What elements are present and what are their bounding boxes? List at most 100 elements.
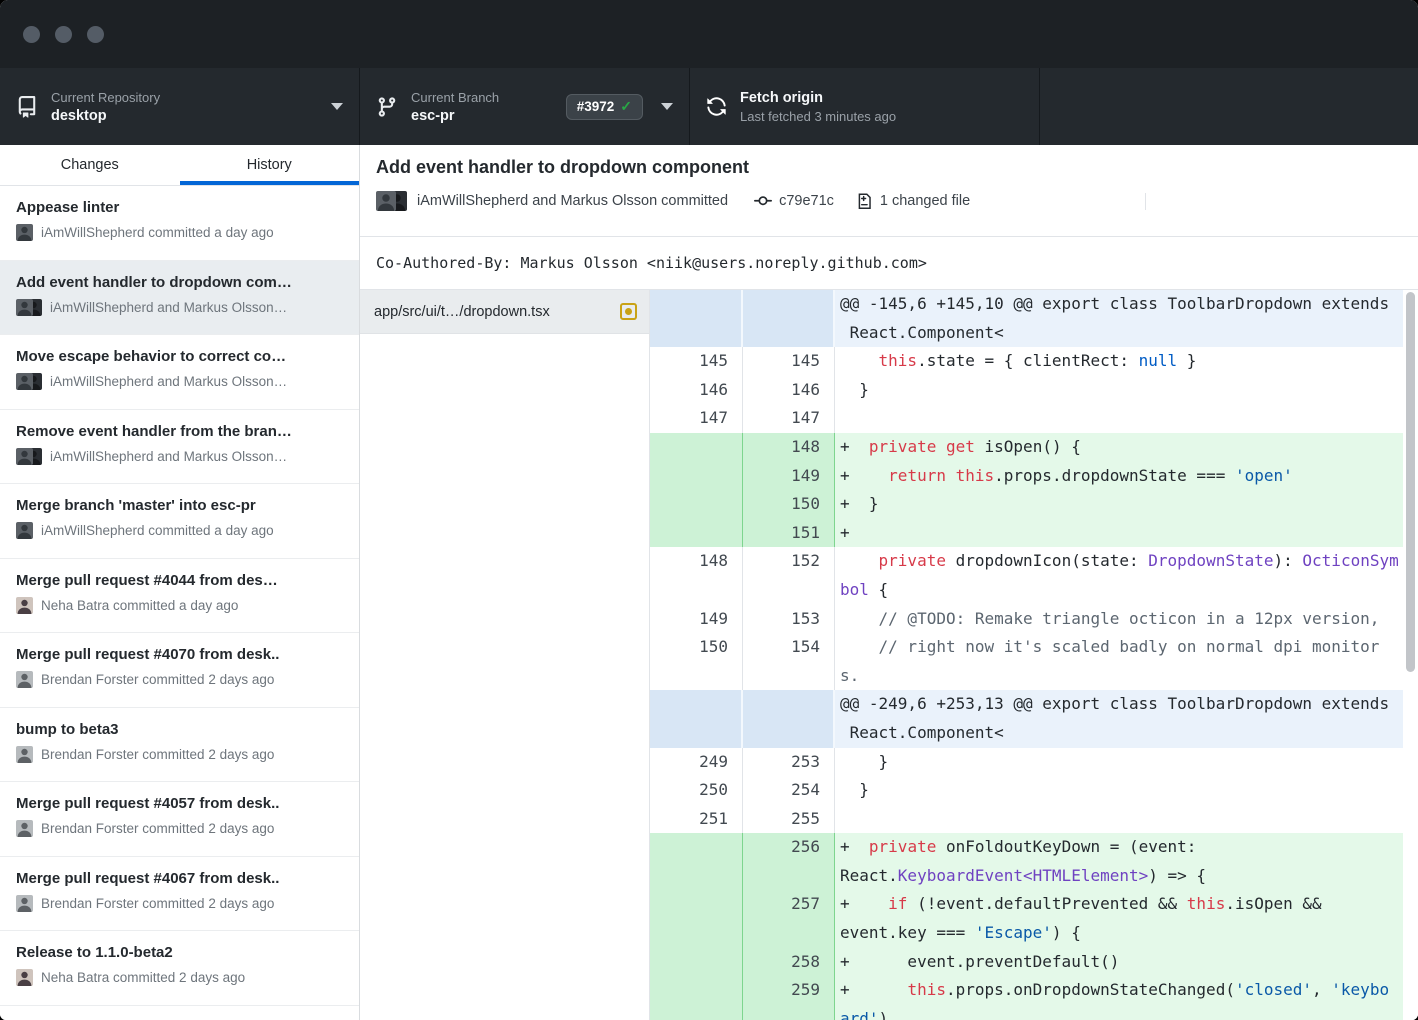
diff-hunk-header: @@ -145,6 +145,10 @@ export class Toolba… bbox=[650, 290, 1403, 347]
file-list: app/src/ui/t…/dropdown.tsx bbox=[360, 290, 650, 1020]
pr-badge[interactable]: #3972 ✓ bbox=[566, 94, 643, 120]
diff-code: + } bbox=[835, 490, 1403, 519]
commit-list-title: Merge pull request #4070 from desk.. bbox=[16, 646, 343, 663]
new-line-number: 257 bbox=[743, 890, 835, 947]
old-line-number bbox=[650, 290, 743, 347]
commit-list-item[interactable]: Release to 1.1.0-beta2 Neha Batra committ… bbox=[0, 931, 359, 1006]
tab-history[interactable]: History bbox=[180, 145, 360, 185]
avatar bbox=[16, 895, 33, 912]
diff-code: + return this.props.dropdownState === 'o… bbox=[835, 462, 1403, 491]
zoom-icon[interactable] bbox=[87, 26, 104, 43]
commit-list-title: Add event handler to dropdown com… bbox=[16, 274, 343, 291]
history-sidebar: Changes History Appease linteriAmWillShe… bbox=[0, 145, 360, 1020]
commit-list-meta: Brendan Forster committed 2 days ago bbox=[16, 895, 343, 912]
old-line-number: 149 bbox=[650, 605, 743, 634]
diff-added-line: 148+ private get isOpen() { bbox=[650, 433, 1403, 462]
commit-list-item[interactable]: Move escape behavior to correct co…iAmWi… bbox=[0, 335, 359, 410]
commit-list-item[interactable]: Remove event handler from the bran…iAmWi… bbox=[0, 410, 359, 485]
diff-view: @@ -145,6 +145,10 @@ export class Toolba… bbox=[650, 290, 1418, 1020]
new-line-number: 148 bbox=[743, 433, 835, 462]
diff-hunk-header: @@ -249,6 +253,13 @@ export class Toolba… bbox=[650, 690, 1403, 747]
minimize-icon[interactable] bbox=[55, 26, 72, 43]
commit-list-meta: iAmWillShepherd and Markus Olsson… bbox=[16, 373, 343, 390]
commit-list-item[interactable]: Merge pull request #4070 from desk.. Bren… bbox=[0, 633, 359, 708]
new-line-number: 149 bbox=[743, 462, 835, 491]
commit-list-item[interactable]: Merge pull request #4067 from desk..Bren… bbox=[0, 857, 359, 932]
diff-context-line: 250254 } bbox=[650, 776, 1403, 805]
changed-files-count: 1 changed file bbox=[880, 193, 970, 209]
diff-added-line: 257+ if (!event.defaultPrevented && this… bbox=[650, 890, 1403, 947]
diff-code bbox=[835, 805, 1403, 834]
commit-list-item[interactable]: Merge pull request #4057 from desk..Bren… bbox=[0, 782, 359, 857]
new-line-number: 253 bbox=[743, 748, 835, 777]
diff-scrollbar[interactable] bbox=[1403, 290, 1418, 1020]
tab-changes[interactable]: Changes bbox=[0, 145, 180, 185]
diff-added-line: 256+ private onFoldoutKeyDown = (event: … bbox=[650, 833, 1403, 890]
commit-list-item[interactable]: Merge pull request #4050 from desk.. bbox=[0, 1006, 359, 1020]
commit-authors: iAmWillShepherd and Markus Olsson commit… bbox=[417, 193, 728, 209]
old-line-number: 145 bbox=[650, 347, 743, 376]
diff-added-line: 259+ this.props.onDropdownStateChanged('… bbox=[650, 976, 1403, 1020]
diff-code: @@ -145,6 +145,10 @@ export class Toolba… bbox=[835, 290, 1403, 347]
diff-context-line: 251255 bbox=[650, 805, 1403, 834]
commit-authors-avatars bbox=[376, 191, 408, 211]
commit-list-title: Release to 1.1.0-beta2 bbox=[16, 944, 343, 961]
diff-code: + this.props.onDropdownStateChanged('clo… bbox=[835, 976, 1403, 1020]
new-line-number: 153 bbox=[743, 605, 835, 634]
avatar bbox=[16, 522, 33, 539]
diff-context-line: 148152 private dropdownIcon(state: Dropd… bbox=[650, 547, 1403, 604]
diff-code: + if (!event.defaultPrevented && this.is… bbox=[835, 890, 1403, 947]
old-line-number bbox=[650, 490, 743, 519]
old-line-number: 251 bbox=[650, 805, 743, 834]
commit-list-item[interactable]: Add event handler to dropdown com… iAmWil… bbox=[0, 261, 359, 336]
diff-context-line: 146146 } bbox=[650, 376, 1403, 405]
fetch-origin-button[interactable]: Fetch origin Last fetched 3 minutes ago bbox=[690, 68, 1040, 145]
commit-list-item[interactable]: Merge branch 'master' into esc-priAmWill… bbox=[0, 484, 359, 559]
old-line-number bbox=[650, 976, 743, 1020]
old-line-number bbox=[650, 833, 743, 890]
sync-icon bbox=[706, 96, 727, 117]
commit-list-item[interactable]: Appease linteriAmWillShepherd committed … bbox=[0, 186, 359, 261]
old-line-number: 150 bbox=[650, 633, 743, 690]
diff-context-line: 249253 } bbox=[650, 748, 1403, 777]
commit-sha[interactable]: c79e71c bbox=[779, 193, 834, 209]
old-line-number: 249 bbox=[650, 748, 743, 777]
commit-detail-pane: Add event handler to dropdown component … bbox=[360, 145, 1418, 1020]
commit-list-meta: iAmWillShepherd and Markus Olsson… bbox=[16, 299, 343, 316]
diff-context-line: 147147 bbox=[650, 404, 1403, 433]
commit-list-title: Merge pull request #4044 from des… bbox=[16, 572, 343, 589]
commit-list-meta: Brendan Forster committed 2 days ago bbox=[16, 671, 343, 688]
close-icon[interactable] bbox=[23, 26, 40, 43]
file-diff-icon bbox=[856, 193, 873, 210]
diff-code: private dropdownIcon(state: DropdownStat… bbox=[835, 547, 1403, 604]
new-line-number: 259 bbox=[743, 976, 835, 1020]
new-line-number: 152 bbox=[743, 547, 835, 604]
titlebar[interactable] bbox=[0, 0, 1418, 68]
commit-list-item[interactable]: Merge pull request #4044 from des… Neha B… bbox=[0, 559, 359, 634]
diff-added-line: 150+ } bbox=[650, 490, 1403, 519]
commit-list-meta: Neha Batra committed 2 days ago bbox=[16, 969, 343, 986]
old-line-number bbox=[650, 690, 743, 747]
new-line-number: 254 bbox=[743, 776, 835, 805]
toolbar: Current Repository desktop Current Branc… bbox=[0, 68, 1418, 145]
branch-picker[interactable]: Current Branch esc-pr #3972 ✓ bbox=[360, 68, 690, 145]
branch-label: Current Branch bbox=[411, 90, 499, 105]
avatar bbox=[16, 373, 42, 390]
repository-picker[interactable]: Current Repository desktop bbox=[0, 68, 360, 145]
repo-icon bbox=[16, 96, 38, 118]
commit-list-meta: Neha Batra committed a day ago bbox=[16, 597, 343, 614]
repository-label: Current Repository bbox=[51, 90, 160, 105]
diff-context-line: 145145 this.state = { clientRect: null } bbox=[650, 347, 1403, 376]
old-line-number: 148 bbox=[650, 547, 743, 604]
scrollbar-thumb[interactable] bbox=[1406, 292, 1415, 672]
diff-code: // @TODO: Remake triangle octicon in a 1… bbox=[835, 605, 1403, 634]
diff-added-line: 151+ bbox=[650, 519, 1403, 548]
new-line-number: 150 bbox=[743, 490, 835, 519]
commit-list-item[interactable]: bump to beta3Brendan Forster committed 2… bbox=[0, 708, 359, 783]
old-line-number bbox=[650, 519, 743, 548]
new-line-number: 146 bbox=[743, 376, 835, 405]
diff-code: @@ -249,6 +253,13 @@ export class Toolba… bbox=[835, 690, 1403, 747]
file-list-item[interactable]: app/src/ui/t…/dropdown.tsx bbox=[360, 290, 649, 334]
diff-code: } bbox=[835, 376, 1403, 405]
commit-list-meta: iAmWillShepherd committed a day ago bbox=[16, 224, 343, 241]
